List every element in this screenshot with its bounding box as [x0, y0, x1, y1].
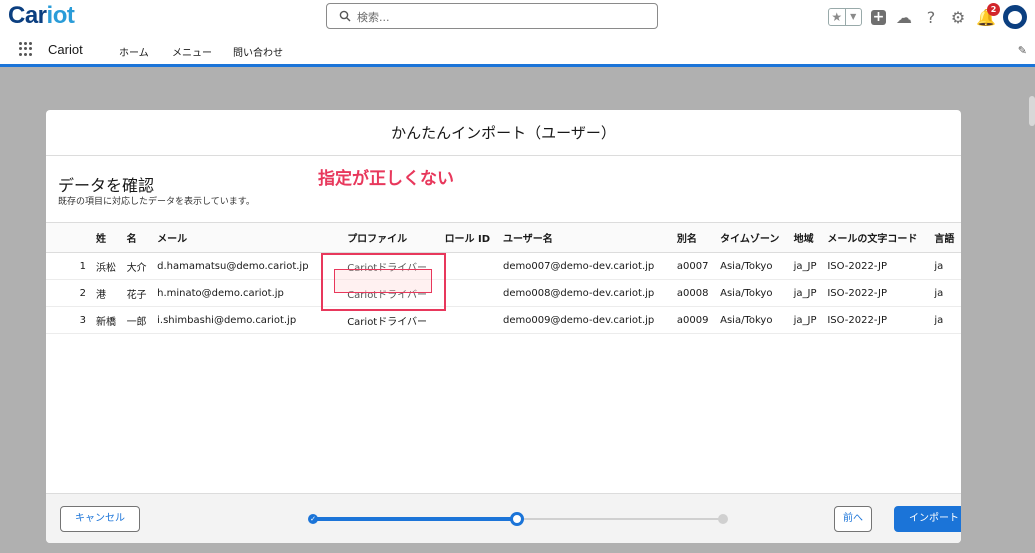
- cell-email: i.shimbashi@demo.cariot.jp: [153, 306, 328, 334]
- edit-nav-icon[interactable]: ✎: [1018, 44, 1027, 57]
- global-actions-icon[interactable]: +: [871, 9, 886, 25]
- column-header-language: 言語: [930, 222, 961, 253]
- app-navigation: Cariot ホーム メニュー 問い合わせ ✎: [0, 34, 1035, 67]
- table-row: 1 浜松 大介 d.hamamatsu@demo.cariot.jp Cario…: [46, 252, 961, 280]
- gear-icon[interactable]: ⚙: [949, 8, 967, 27]
- column-header-username: ユーザー名: [498, 222, 673, 253]
- header-icons: ★ ▼ + ☁ ? ⚙ 🔔 2: [828, 2, 1027, 30]
- modal-title: かんたんインポート（ユーザー）: [46, 110, 961, 156]
- cell-role-id: [440, 279, 499, 307]
- cell-last-name: 浜松: [92, 252, 123, 280]
- favorites-button[interactable]: ★ ▼: [828, 8, 862, 26]
- table-row: 2 港 花子 h.minato@demo.cariot.jp Cariotドライ…: [46, 279, 961, 307]
- global-header: Cariot 検索... ★ ▼ + ☁ ? ⚙ 🔔 2: [0, 0, 1035, 34]
- cell-index: 2: [46, 279, 92, 307]
- cell-username: demo007@demo-dev.cariot.jp: [498, 252, 673, 280]
- app-launcher-icon[interactable]: [19, 42, 33, 56]
- app-name: Cariot: [48, 42, 83, 57]
- column-header-profile: プロファイル: [327, 222, 441, 253]
- cell-index: 3: [46, 306, 92, 334]
- cell-alias: a0008: [672, 279, 717, 307]
- cell-locale: ja_JP: [789, 252, 824, 280]
- cell-role-id: [440, 252, 499, 280]
- help-icon[interactable]: ?: [922, 8, 940, 27]
- column-header-last-name: 姓: [92, 222, 123, 253]
- bell-icon[interactable]: 🔔 2: [976, 2, 1000, 27]
- trailhead-icon[interactable]: ☁: [895, 8, 913, 27]
- column-header-index: [46, 222, 92, 253]
- table-header-row: 姓 名 メール プロファイル ロール ID ユーザー名 別名 タイムゾーン 地域…: [46, 222, 961, 253]
- search-input[interactable]: 検索...: [326, 3, 658, 29]
- modal-footer: キャンセル ✓ 前へ インポート: [46, 493, 961, 543]
- cell-timezone: Asia/Tokyo: [716, 279, 790, 307]
- annotation-highlight-box: [321, 253, 446, 311]
- chevron-down-icon[interactable]: ▼: [844, 9, 862, 25]
- cell-last-name: 新橋: [92, 306, 123, 334]
- notification-badge: 2: [987, 2, 1000, 16]
- search-icon: [339, 10, 351, 22]
- cancel-button[interactable]: キャンセル: [60, 506, 140, 532]
- modal-body: データを確認 既存の項目に対応したデータを表示しています。 指定が正しくない 姓…: [46, 156, 961, 493]
- cell-email: d.hamamatsu@demo.cariot.jp: [153, 252, 328, 280]
- app-logo[interactable]: Cariot: [8, 2, 75, 30]
- page-scrollbar[interactable]: [1029, 96, 1035, 126]
- search-placeholder: 検索...: [357, 11, 390, 24]
- annotation-callout: 指定が正しくない: [318, 169, 454, 189]
- import-button[interactable]: インポート: [894, 506, 961, 532]
- cell-role-id: [440, 306, 499, 334]
- cell-email-encoding: ISO-2022-JP: [823, 252, 931, 280]
- progress-step-incomplete[interactable]: [718, 514, 728, 524]
- progress-fill: [312, 517, 517, 521]
- cell-email: h.minato@demo.cariot.jp: [153, 279, 328, 307]
- cell-timezone: Asia/Tokyo: [716, 306, 790, 334]
- cell-first-name: 花子: [122, 279, 154, 307]
- cell-language: ja: [930, 306, 961, 334]
- nav-item-menu[interactable]: メニュー: [172, 44, 212, 59]
- cell-language: ja: [930, 279, 961, 307]
- table-row: 3 新橋 一郎 i.shimbashi@demo.cariot.jp Cario…: [46, 306, 961, 334]
- column-header-timezone: タイムゾーン: [716, 222, 790, 253]
- column-header-email: メール: [153, 222, 328, 253]
- cell-email-encoding: ISO-2022-JP: [823, 306, 931, 334]
- prev-button[interactable]: 前へ: [834, 506, 872, 532]
- cell-first-name: 一郎: [122, 306, 154, 334]
- cell-locale: ja_JP: [789, 279, 824, 307]
- column-header-locale: 地域: [789, 222, 824, 253]
- avatar[interactable]: [1003, 5, 1027, 29]
- cell-email-encoding: ISO-2022-JP: [823, 279, 931, 307]
- star-icon[interactable]: ★: [829, 9, 845, 25]
- cell-locale: ja_JP: [789, 306, 824, 334]
- cell-username: demo008@demo-dev.cariot.jp: [498, 279, 673, 307]
- cell-timezone: Asia/Tokyo: [716, 252, 790, 280]
- progress-step-complete[interactable]: ✓: [308, 514, 318, 524]
- cell-language: ja: [930, 252, 961, 280]
- cell-first-name: 大介: [122, 252, 154, 280]
- column-header-role-id: ロール ID: [440, 222, 499, 253]
- nav-item-contact[interactable]: 問い合わせ: [233, 44, 283, 59]
- progress-indicator: ✓: [308, 512, 728, 526]
- cell-username: demo009@demo-dev.cariot.jp: [498, 306, 673, 334]
- column-header-first-name: 名: [122, 222, 154, 253]
- cell-last-name: 港: [92, 279, 123, 307]
- preview-table: 姓 名 メール プロファイル ロール ID ユーザー名 別名 タイムゾーン 地域…: [46, 222, 961, 334]
- nav-item-home[interactable]: ホーム: [119, 44, 149, 59]
- cell-alias: a0007: [672, 252, 717, 280]
- cell-index: 1: [46, 252, 92, 280]
- column-header-email-encoding: メールの文字コード: [823, 222, 931, 253]
- import-modal: かんたんインポート（ユーザー） データを確認 既存の項目に対応したデータを表示し…: [46, 110, 961, 543]
- cell-alias: a0009: [672, 306, 717, 334]
- column-header-alias: 別名: [672, 222, 717, 253]
- progress-step-current[interactable]: [510, 512, 524, 526]
- section-title: データを確認: [58, 176, 155, 195]
- section-description: 既存の項目に対応したデータを表示しています。: [58, 197, 255, 207]
- annotation-inner-box: [334, 269, 432, 293]
